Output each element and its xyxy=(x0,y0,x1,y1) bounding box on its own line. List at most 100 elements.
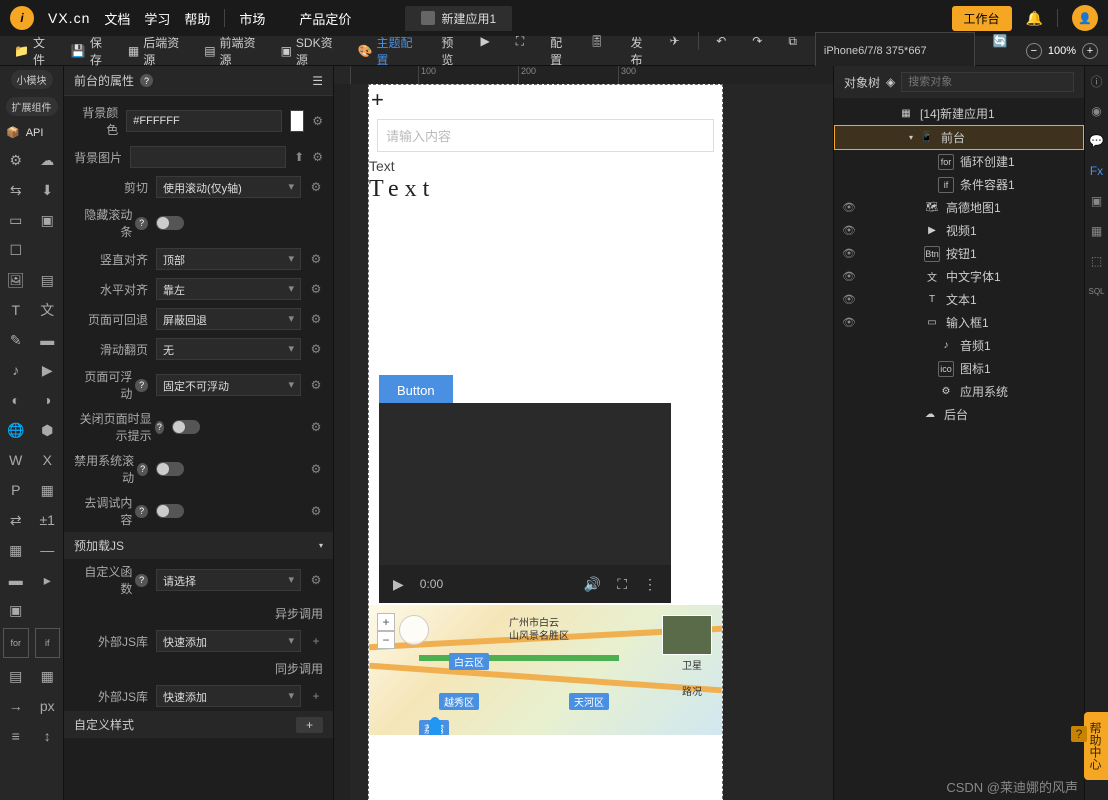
valign-select[interactable]: 顶部 xyxy=(156,248,301,270)
nav-market[interactable]: 市场 xyxy=(239,9,265,28)
pal-icon[interactable]: ▤ xyxy=(0,661,32,691)
pill-extend[interactable]: 扩展组件 xyxy=(6,97,58,116)
rtb-info-icon[interactable]: ⓘ xyxy=(1085,66,1108,96)
tree-node-button[interactable]: 👁Btn按钮1 xyxy=(834,242,1084,265)
sdk-res[interactable]: ▣SDK资源 xyxy=(277,32,346,70)
fullscreen-icon[interactable]: ⛶ xyxy=(617,576,627,593)
map-district[interactable]: 越秀区 xyxy=(439,693,479,710)
pal-video-icon[interactable]: ▶ xyxy=(32,355,64,385)
zoom-in-icon[interactable]: + xyxy=(1082,43,1098,59)
help-icon[interactable]: ? xyxy=(135,217,148,230)
help-icon[interactable]: ? xyxy=(155,421,164,434)
tree-node-icon[interactable]: ico图标1 xyxy=(834,357,1084,380)
pal-icon[interactable]: ±1 xyxy=(32,505,64,535)
canvas-video[interactable]: ▶ 0:00 🔊 ⛶ ⋮ xyxy=(379,403,671,603)
pal-icon[interactable]: ▦ xyxy=(0,535,32,565)
send-icon[interactable]: ✈ xyxy=(662,32,688,70)
hidescroll-toggle[interactable] xyxy=(156,216,184,230)
tree-node-back[interactable]: ☁后台 xyxy=(834,403,1084,426)
pal-icon[interactable]: W xyxy=(0,445,32,475)
pal-icon[interactable]: ▬ xyxy=(0,565,32,595)
pal-icon[interactable]: ▣ xyxy=(0,595,32,625)
pal-icon[interactable]: ▤ xyxy=(32,265,64,295)
more-icon[interactable]: ⋮ xyxy=(643,576,657,593)
canvas-text-small[interactable]: Text xyxy=(369,158,722,174)
pal-icon[interactable]: ⇆ xyxy=(0,175,32,205)
pal-text-icon[interactable]: T xyxy=(0,295,32,325)
pageback-select[interactable]: 屏蔽回退 xyxy=(156,308,301,330)
add-style-button[interactable]: + xyxy=(296,717,323,733)
pal-icon[interactable]: ⬇ xyxy=(32,175,64,205)
pal-icon[interactable] xyxy=(32,595,64,625)
color-swatch[interactable] xyxy=(290,110,304,132)
debug-toggle[interactable] xyxy=(156,504,184,518)
app-tab[interactable]: 新建应用1 xyxy=(405,6,512,31)
extjs-select[interactable]: 快速添加 xyxy=(156,630,301,652)
redo-icon[interactable]: ↷ xyxy=(744,32,770,70)
volume-icon[interactable]: 🔊 xyxy=(584,576,601,593)
halign-select[interactable]: 靠左 xyxy=(156,278,301,300)
zoom-out-icon[interactable]: − xyxy=(1026,43,1042,59)
gear-icon[interactable]: ⚙ xyxy=(312,150,323,164)
pal-icon[interactable]: px xyxy=(32,691,64,721)
help-icon[interactable]: ? xyxy=(135,574,148,587)
rtb-chat-icon[interactable]: 💬 xyxy=(1085,126,1108,156)
device-icon[interactable]: ⧉ xyxy=(780,32,805,70)
pal-if-icon[interactable]: if xyxy=(35,628,61,658)
rotate-icon[interactable]: 🔄 xyxy=(985,32,1016,70)
tree-icon[interactable]: ◈ xyxy=(886,75,895,89)
gear-icon[interactable]: ⚙ xyxy=(309,342,323,356)
config-button[interactable]: 配置 xyxy=(542,32,571,70)
nav-docs[interactable]: 文档 xyxy=(104,9,130,28)
extjs-sync-select[interactable]: 快速添加 xyxy=(156,685,301,707)
gear-icon[interactable]: ⚙ xyxy=(309,252,323,266)
pal-button-icon[interactable]: ▬ xyxy=(32,325,64,355)
pal-icon[interactable]: 🌐 xyxy=(0,415,32,445)
tree-node-cnfont[interactable]: 👁文中文字体1 xyxy=(834,265,1084,288)
pal-icon[interactable]: ⇄ xyxy=(0,505,32,535)
tree-node-text[interactable]: 👁T文本1 xyxy=(834,288,1084,311)
bgimg-input[interactable] xyxy=(130,146,286,168)
tree-node-map[interactable]: 👁🗺高德地图1 xyxy=(834,196,1084,219)
avatar[interactable]: 👤 xyxy=(1072,5,1098,31)
chevron-down-icon[interactable]: ▾ xyxy=(909,133,913,142)
gear-icon[interactable]: ⚙ xyxy=(309,282,323,296)
swipe-select[interactable]: 无 xyxy=(156,338,301,360)
pal-icon[interactable]: ✎ xyxy=(0,325,32,355)
pal-icon[interactable]: ▦ xyxy=(32,475,64,505)
pal-icon[interactable]: 文 xyxy=(32,295,64,325)
pal-icon[interactable]: ▦ xyxy=(32,661,64,691)
rtb-icon[interactable]: ▣ xyxy=(1085,186,1108,216)
pal-icon[interactable]: P xyxy=(0,475,32,505)
bgcolor-input[interactable] xyxy=(126,110,282,132)
pill-module[interactable]: 小模块 xyxy=(11,70,53,89)
customfn-select[interactable]: 请选择 xyxy=(156,569,301,591)
backend-res[interactable]: ▦后端资源 xyxy=(124,32,192,70)
gear-icon[interactable]: ⚙ xyxy=(309,312,323,326)
gear-icon[interactable]: ⚙ xyxy=(309,378,323,392)
tree-node-audio[interactable]: ♪音频1 xyxy=(834,334,1084,357)
eye-icon[interactable]: 👁 xyxy=(842,201,856,214)
map-satellite-thumb[interactable] xyxy=(662,615,712,655)
pal-icon[interactable]: X xyxy=(32,445,64,475)
tree-node-sys[interactable]: ⚙应用系统 xyxy=(834,380,1084,403)
pal-audio-icon[interactable]: ♪ xyxy=(0,355,32,385)
tree-node-root[interactable]: ▦[14]新建应用1 xyxy=(834,102,1084,125)
canvas-button[interactable]: Button xyxy=(379,375,453,406)
eye-icon[interactable]: 👁 xyxy=(842,293,856,306)
map-zoom-in[interactable]: + xyxy=(377,613,395,631)
undo-icon[interactable]: ↶ xyxy=(708,32,734,70)
disscroll-toggle[interactable] xyxy=(156,462,184,476)
plus-icon[interactable]: + xyxy=(371,87,384,113)
float-select[interactable]: 固定不可浮动 xyxy=(156,374,301,396)
pal-icon[interactable]: ▭ xyxy=(0,205,32,235)
customstyle-section[interactable]: 自定义样式+ xyxy=(64,711,333,738)
expand-icon[interactable]: ⛶ xyxy=(508,32,532,70)
save-button[interactable]: 💾保存 xyxy=(67,32,116,70)
device-frame[interactable]: + 请输入内容 Text Text Button ▶ 0:00 🔊 ⛶ ⋮ xyxy=(368,84,723,800)
rtb-icon[interactable]: ◉ xyxy=(1085,96,1108,126)
eye-icon[interactable]: 👁 xyxy=(842,224,856,237)
tree-node-front[interactable]: ▾📱前台 xyxy=(834,125,1084,150)
pal-icon[interactable]: ▣ xyxy=(32,205,64,235)
pal-icon[interactable]: ↕ xyxy=(32,721,64,751)
